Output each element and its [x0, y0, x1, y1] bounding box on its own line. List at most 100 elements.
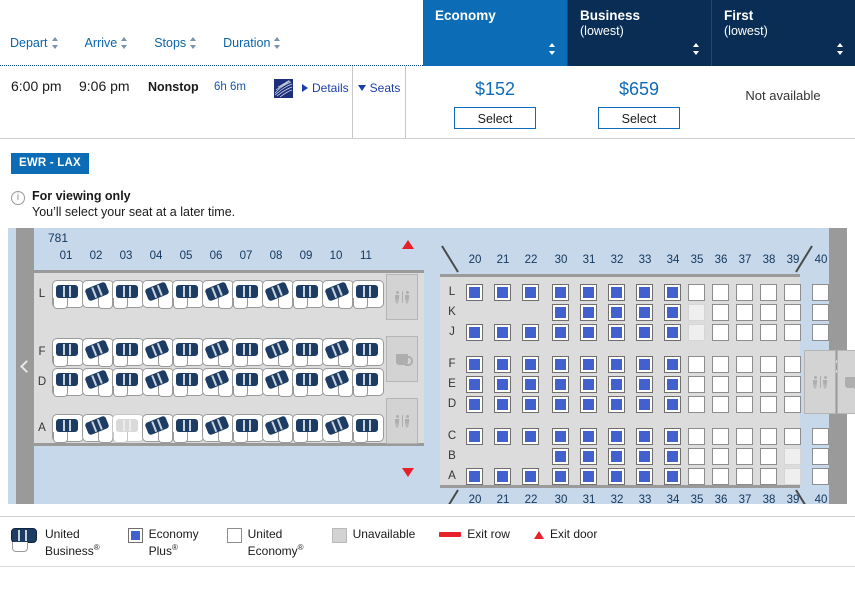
seat-business[interactable] [52, 338, 84, 367]
seat-economy[interactable] [812, 304, 829, 321]
seat-economy[interactable] [688, 428, 705, 445]
seat-business[interactable] [112, 368, 144, 397]
seat-economy[interactable] [812, 448, 829, 465]
select-button[interactable]: Select [454, 107, 536, 129]
seatmap-prev-button[interactable] [16, 228, 34, 504]
seat-economy-plus[interactable] [552, 396, 569, 413]
seat-economy-plus[interactable] [664, 396, 681, 413]
seat-economy[interactable] [712, 448, 729, 465]
seat-economy[interactable] [760, 428, 777, 445]
seat-economy-plus[interactable] [636, 284, 653, 301]
seat-economy[interactable] [688, 376, 705, 393]
seat-economy[interactable] [688, 396, 705, 413]
fare-header-business[interactable]: Business (lowest) [567, 0, 711, 66]
seat-business[interactable] [202, 368, 234, 397]
seat-economy-plus[interactable] [522, 356, 539, 373]
sort-arrive[interactable]: Arrive [85, 36, 129, 50]
seat-economy-plus[interactable] [494, 376, 511, 393]
seat-economy[interactable] [688, 448, 705, 465]
seat-economy-plus[interactable] [580, 448, 597, 465]
seat-economy[interactable] [784, 304, 801, 321]
seat-business[interactable] [262, 368, 294, 397]
seat-unavailable[interactable] [784, 448, 801, 465]
seat-unavailable[interactable] [784, 468, 801, 485]
seat-economy-plus[interactable] [664, 304, 681, 321]
seat-business[interactable] [352, 338, 384, 367]
seat-business[interactable] [352, 368, 384, 397]
seat-economy-plus[interactable] [494, 356, 511, 373]
seat-business[interactable] [322, 280, 354, 309]
seat-business[interactable] [142, 280, 174, 309]
seat-economy-plus[interactable] [494, 396, 511, 413]
seat-business[interactable] [202, 414, 234, 443]
seat-economy-plus[interactable] [494, 324, 511, 341]
seat-business[interactable] [232, 414, 264, 443]
seat-business[interactable] [202, 338, 234, 367]
seats-tab[interactable]: Seats [352, 66, 406, 138]
seat-business[interactable] [262, 414, 294, 443]
seat-economy-plus[interactable] [636, 396, 653, 413]
seat-economy[interactable] [760, 396, 777, 413]
seat-economy[interactable] [688, 284, 705, 301]
seat-economy-plus[interactable] [552, 428, 569, 445]
seat-business[interactable] [232, 280, 264, 309]
seat-business[interactable] [112, 338, 144, 367]
seat-economy-plus[interactable] [552, 448, 569, 465]
seat-economy[interactable] [712, 376, 729, 393]
seat-economy-plus[interactable] [636, 468, 653, 485]
seat-economy-plus[interactable] [580, 324, 597, 341]
seat-economy[interactable] [784, 356, 801, 373]
seat-economy-plus[interactable] [664, 284, 681, 301]
seat-economy-plus[interactable] [522, 428, 539, 445]
seat-economy[interactable] [760, 324, 777, 341]
seat-business[interactable] [292, 414, 324, 443]
seat-business[interactable] [322, 368, 354, 397]
seat-business[interactable] [52, 280, 84, 309]
seat-business[interactable] [82, 280, 114, 309]
seat-business[interactable] [142, 368, 174, 397]
seat-economy-plus[interactable] [552, 284, 569, 301]
seat-economy[interactable] [712, 304, 729, 321]
seat-economy-plus[interactable] [664, 376, 681, 393]
seat-economy[interactable] [736, 376, 753, 393]
seat-business[interactable] [172, 368, 204, 397]
seat-business[interactable] [172, 280, 204, 309]
seat-economy[interactable] [736, 428, 753, 445]
select-button[interactable]: Select [598, 107, 680, 129]
seat-economy-plus[interactable] [552, 468, 569, 485]
seat-economy-plus[interactable] [636, 324, 653, 341]
seat-business[interactable] [352, 280, 384, 309]
seat-business[interactable] [292, 338, 324, 367]
seat-economy-plus[interactable] [494, 468, 511, 485]
seat-economy-plus[interactable] [608, 284, 625, 301]
seat-economy-plus[interactable] [552, 324, 569, 341]
seat-economy[interactable] [736, 448, 753, 465]
seat-economy-plus[interactable] [580, 376, 597, 393]
seat-economy[interactable] [688, 356, 705, 373]
seat-economy-plus[interactable] [466, 468, 483, 485]
seat-business[interactable] [82, 414, 114, 443]
seat-economy-plus[interactable] [636, 448, 653, 465]
seat-business[interactable] [262, 338, 294, 367]
seat-economy[interactable] [712, 356, 729, 373]
fare-header-first[interactable]: First (lowest) [711, 0, 855, 66]
seat-business[interactable] [52, 414, 84, 443]
seat-economy[interactable] [784, 396, 801, 413]
seat-economy-plus[interactable] [636, 356, 653, 373]
seat-business[interactable] [52, 368, 84, 397]
seat-economy[interactable] [760, 356, 777, 373]
seat-economy-plus[interactable] [608, 428, 625, 445]
seat-business[interactable] [352, 414, 384, 443]
seat-economy-plus[interactable] [580, 304, 597, 321]
seat-business[interactable] [202, 280, 234, 309]
seat-business[interactable] [292, 280, 324, 309]
seat-economy-plus[interactable] [608, 468, 625, 485]
seat-business[interactable] [322, 338, 354, 367]
seat-economy[interactable] [760, 284, 777, 301]
seat-business[interactable] [82, 338, 114, 367]
seat-business[interactable] [172, 414, 204, 443]
seat-business[interactable] [172, 338, 204, 367]
seat-economy-plus[interactable] [608, 376, 625, 393]
sort-depart[interactable]: Depart [10, 36, 59, 50]
fare-header-economy[interactable]: Economy [423, 0, 567, 66]
